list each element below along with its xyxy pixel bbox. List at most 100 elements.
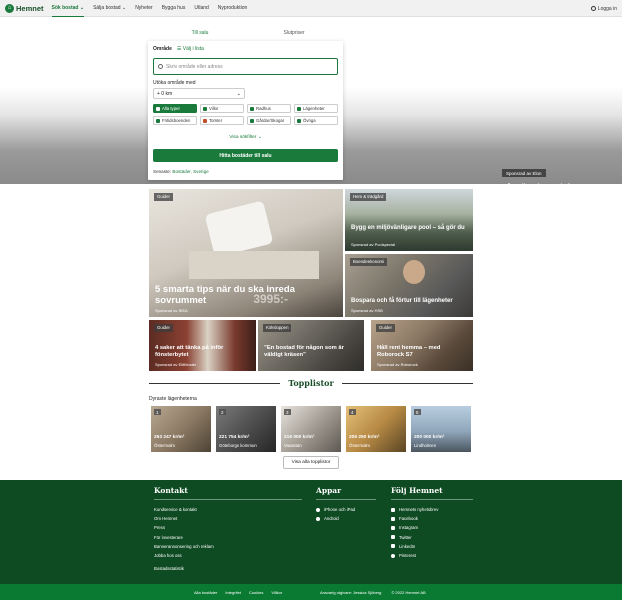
toplist-item[interactable]: 2 221 754 kr/m² Göteborgs kommun [216,406,276,452]
type-label: Övriga [303,118,316,123]
footer-link[interactable]: Jobba hos oss [154,551,302,560]
extend-area-select[interactable]: + 0 km ⌄ [153,88,245,99]
show-all-toplists-button[interactable]: Visa alla topplistor [283,456,339,469]
article-card-kitchen[interactable]: Köksloppen ”En bostad för någon som är v… [258,320,364,371]
area-name: Lindholmen [414,443,437,448]
linkedin-icon [391,544,395,549]
grid-icon [156,106,160,111]
article-sponsor: Sponsrad av Poolspecial [351,242,396,247]
article-tag: Guider [154,324,173,332]
tab-slutpriser[interactable]: Slutpriser [247,30,341,39]
type-alla[interactable]: Alla typer [153,104,197,113]
apartment-icon [297,106,301,111]
article-tag: Hem & trädgård [350,193,387,201]
legal-link[interactable]: Integritet [225,590,241,595]
footer-app-android[interactable]: Android [316,514,376,523]
hero-title[interactable]: Så väljer du rätt luftvärmepump för huse… [502,182,620,200]
hero-sponsor-badge: Sponsrad av Elon [502,169,546,177]
article-card-bedroom[interactable]: Guider 3995:- 5 smarta tips när du ska i… [149,189,343,317]
type-radhus[interactable]: Radhus [247,104,291,113]
apple-icon [316,507,320,512]
search-input[interactable]: Skriv område eller adress [153,58,338,75]
housing-type-grid: Alla typer Villor Radhus Lägenheter Frit… [153,104,338,125]
nav-utland[interactable]: Utland [194,0,208,17]
type-fritidsboenden[interactable]: Fritidsboenden [153,116,197,125]
legal-link[interactable]: Alla bostäder [194,590,217,595]
article-card-pool[interactable]: Hem & trädgård Bygg en miljövänligare po… [345,189,473,251]
article-tag: Köksloppen [263,324,292,332]
area-label: Område [153,46,172,52]
toplist-item[interactable]: 5 200 000 kr/m² Lindholmen [411,406,471,452]
footer-appar-title: Appar [316,486,376,500]
app-label: Android [324,516,339,522]
pinterest-icon [391,553,395,558]
android-icon [316,516,320,521]
social-label: Hemnets nyhetsbrev [399,507,439,513]
extend-area-label: Utöka område med [153,80,196,86]
footer-link[interactable]: Bannerannonsering och reklam [154,542,302,551]
list-icon: ☰ [176,46,182,52]
article-sponsor: Sponsrad av HSB [351,308,383,313]
type-gardar[interactable]: Gårdar/Skogar [247,116,291,125]
footer-link[interactable]: Kundservice & kontakt [154,505,302,514]
footer-instagram[interactable]: Instagram [391,523,473,532]
toplist-item[interactable]: 4 206 250 kr/m² Östermalm [346,406,406,452]
plot-icon [203,118,207,123]
price-per-sqm: 215 000 kr/m² [284,435,315,440]
farm-icon [250,118,254,123]
article-tag: Boendeekonomi [350,258,388,266]
rank-badge: 2 [219,409,226,415]
legal-link[interactable]: Cookies [249,590,263,595]
nav-nyheter[interactable]: Nyheter [135,0,153,17]
type-label: Tomter [209,118,223,123]
footer-facebook[interactable]: Facebook [391,514,473,523]
footer-newsletter[interactable]: Hemnets nyhetsbrev [391,505,473,514]
search-panel: Område ☰ Välj i lista Skriv område eller… [148,41,343,180]
article-card-window[interactable]: Guider 4 saker att tänka på inför fönste… [149,320,256,371]
list-select-link[interactable]: ☰ Välj i lista [177,46,204,52]
footer-link[interactable]: Om Hemnet [154,514,302,523]
hemnet-logo[interactable]: ⌂ Hemnet [5,3,44,13]
rank-badge: 5 [414,409,421,415]
article-title: 5 smarta tips när du ska inreda sovrumme… [155,284,295,306]
article-sponsor: Sponsrad av Elitfönster [155,362,197,367]
type-ovriga[interactable]: Övriga [294,116,338,125]
article-card-hsb[interactable]: Boendeekonomi Bospara och få förtur till… [345,254,473,317]
nav-nyproduktion[interactable]: Nyproduktion [218,0,247,17]
legal-link[interactable]: Villkor [271,590,282,595]
credits: Ansvarig utgivare: Jessica Sjöberg © 202… [320,584,436,600]
tab-till-salu[interactable]: Till salu [153,30,247,39]
nav-sok-bostad[interactable]: Sök bostad ⌄ [51,0,85,17]
footer-pinterest[interactable]: Pinterest [391,551,473,560]
show-filters-link[interactable]: Visa sökfilter ⌄ [148,135,343,140]
instagram-icon [391,525,395,530]
footer-appar: Appar iPhone och iPad Android [316,486,376,523]
list-link-label: Välj i lista [182,46,204,52]
nav-label: Sälja bostad [93,5,121,11]
type-villor[interactable]: Villor [200,104,244,113]
recent-label: Senaste: [153,169,172,174]
copyright: © 2022 Hemnet AB [391,589,426,595]
footer-link[interactable]: För investerare [154,533,302,542]
search-submit-button[interactable]: Hitta bostäder till salu [153,149,338,162]
recent-search-link[interactable]: Bostäder, Sverige [172,169,208,174]
article-title: ”En bostad för någon som är väldigt kräs… [264,345,344,358]
article-card-roborock[interactable]: Guider Håll rent hemma – med Roborock S7… [371,320,473,371]
type-label: Alla typer [162,106,180,111]
toplist-item[interactable]: 1 253 247 kr/m² Östermalm [151,406,211,452]
type-lagenheter[interactable]: Lägenheter [294,104,338,113]
article-title: Bospara och få förtur till lägenheter [351,298,453,304]
facebook-icon [391,516,395,521]
login-button[interactable]: Logga in [590,0,617,17]
footer-link[interactable]: Press [154,523,302,532]
footer-twitter[interactable]: Twitter [391,533,473,542]
footer-linkedin[interactable]: LinkedIn [391,542,473,551]
nav-salja-bostad[interactable]: Sälja bostad ⌄ [93,0,126,17]
type-tomter[interactable]: Tomter [200,116,244,125]
type-label: Fritidsboenden [162,118,191,123]
footer-app-ios[interactable]: iPhone och iPad [316,505,376,514]
footer-link[interactable]: Bostadsstatistik [154,564,302,573]
nav-bygga-hus[interactable]: Bygga hus [162,0,186,17]
toplist-item[interactable]: 3 215 000 kr/m² Vasastan [281,406,341,452]
search-placeholder: Skriv område eller adress [166,63,223,70]
